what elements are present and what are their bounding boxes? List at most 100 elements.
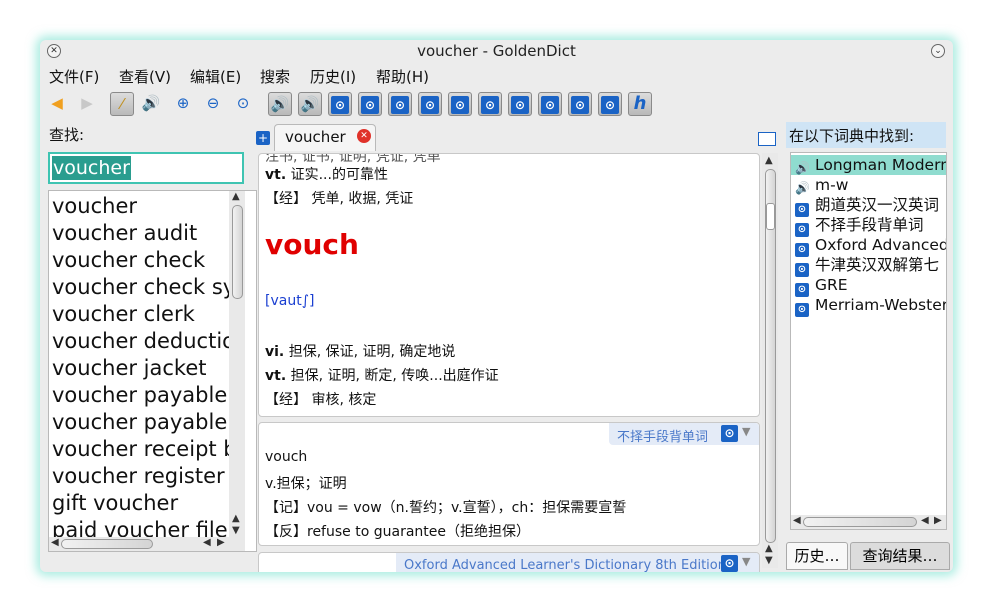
scroll-right-icon[interactable]: ▶	[934, 515, 942, 526]
found-dict-item[interactable]: 🔊 m-w	[795, 175, 848, 195]
dict-audio-1-icon[interactable]: 🔊	[268, 92, 292, 116]
found-dict-name: m-w	[815, 176, 849, 194]
list-item[interactable]: gift voucher	[52, 490, 178, 517]
pos-label: vt.	[265, 368, 287, 384]
dictionary-icon: ⊙	[451, 96, 469, 114]
tab-results[interactable]: 查询结果…	[850, 542, 950, 570]
list-item[interactable]: voucher receipt b	[52, 436, 237, 463]
dict-button-h[interactable]: h	[628, 92, 652, 116]
scroll-down-icon[interactable]: ▼	[232, 525, 240, 536]
list-item[interactable]: voucher jacket	[52, 355, 207, 382]
dictionary-icon: ⊙	[601, 96, 619, 114]
found-in-label: 在以下词典中找到:	[789, 127, 915, 145]
add-tab-button[interactable]: +	[256, 131, 270, 145]
found-dict-name: 朗道英汉一汉英词	[815, 196, 940, 214]
magic-wand-icon[interactable]: ⁄	[110, 92, 134, 116]
found-dict-item[interactable]: 🔊 Longman Modern	[791, 155, 947, 175]
scroll-left-icon[interactable]: ◀	[793, 515, 801, 526]
dictionary-icon: ⊙	[511, 96, 529, 114]
dict-header-name: Oxford Advanced Learner's Dictionary 8th…	[404, 558, 726, 572]
hscroll-thumb[interactable]	[61, 539, 153, 549]
menu-search[interactable]: 搜索	[260, 66, 290, 87]
pos-label: vt.	[265, 167, 287, 183]
menu-view[interactable]: 查看(V)	[119, 66, 171, 87]
dict-button-10[interactable]: ⊙	[598, 92, 622, 116]
dict-button-5[interactable]: ⊙	[448, 92, 472, 116]
found-dict-item[interactable]: ⊙ 不择手段背单词	[795, 215, 924, 237]
found-dict-item[interactable]: ⊙ GRE	[795, 275, 848, 297]
search-input[interactable]: voucher	[48, 152, 244, 184]
found-dict-item[interactable]: ⊙ Oxford Advanced	[795, 235, 946, 257]
dict-button-2[interactable]: ⊙	[358, 92, 382, 116]
menu-file[interactable]: 文件(F)	[49, 66, 99, 87]
found-dict-name: 牛津英汉双解第七	[815, 256, 940, 274]
scroll-thumb[interactable]	[232, 205, 243, 299]
word-list-vscrollbar[interactable]: ▲ ▲ ▼	[229, 191, 245, 537]
found-dict-item[interactable]: ⊙ 牛津英汉双解第七	[795, 255, 940, 277]
list-item[interactable]: voucher deductio	[52, 328, 235, 355]
speaker-icon[interactable]: 🔊	[140, 92, 162, 114]
tab-list-icon[interactable]	[758, 132, 776, 146]
dict-header[interactable]: 不择手段背单词 ⊙ ▼	[609, 423, 759, 445]
article-line: 【反】refuse to guarantee（拒绝担保）	[265, 524, 530, 540]
window-title: voucher - GoldenDict	[417, 42, 576, 60]
found-list-hscrollbar[interactable]: ◀ ◀ ▶	[791, 515, 946, 529]
tab-history[interactable]: 历史…	[786, 542, 848, 570]
tab-voucher[interactable]: voucher ✕	[274, 124, 376, 151]
window-menu-icon[interactable]: ⌄	[931, 44, 945, 58]
dict-button-6[interactable]: ⊙	[478, 92, 502, 116]
zoom-in-icon[interactable]: ⊕	[172, 92, 194, 114]
dictionary-icon: ⊙	[361, 96, 379, 114]
collapse-icon[interactable]: ▼	[742, 425, 750, 438]
forward-arrow-icon[interactable]: ▶	[76, 92, 98, 114]
dict-audio-2-icon[interactable]: 🔊	[298, 92, 322, 116]
dictionary-icon: ⊙	[481, 96, 499, 114]
found-dict-name: Longman Modern	[815, 156, 947, 174]
scroll-left-icon[interactable]: ◀	[51, 537, 59, 548]
list-item[interactable]: voucher audit	[52, 220, 197, 247]
scroll-down-icon[interactable]: ▼	[765, 555, 773, 566]
found-dict-name: 不择手段背单词	[815, 216, 924, 234]
dict-button-1[interactable]: ⊙	[328, 92, 352, 116]
collapse-icon[interactable]: ▼	[742, 555, 750, 568]
menu-edit[interactable]: 编辑(E)	[190, 66, 241, 87]
list-item[interactable]: voucher check	[52, 247, 205, 274]
tab-label: voucher	[285, 128, 346, 146]
dict-button-3[interactable]: ⊙	[388, 92, 412, 116]
dict-button-9[interactable]: ⊙	[568, 92, 592, 116]
zoom-reset-icon[interactable]: ⊙	[232, 92, 254, 114]
article-line: 【经】 审核, 核定	[265, 392, 377, 408]
pos-label: vi.	[265, 344, 285, 360]
list-item[interactable]: voucher clerk	[52, 301, 195, 328]
dictionary-icon: ⊙	[571, 96, 589, 114]
article-scroll-handle[interactable]	[766, 203, 775, 230]
list-item[interactable]: voucher check sy	[52, 274, 235, 301]
found-dict-item[interactable]: ⊙ Merriam-Webster	[795, 295, 946, 317]
menu-help[interactable]: 帮助(H)	[376, 66, 429, 87]
scroll-up-icon[interactable]: ▲	[765, 543, 773, 554]
scroll-up-icon[interactable]: ▲	[232, 513, 240, 524]
article-vscrollbar[interactable]: ▲ ▲ ▼	[762, 153, 778, 568]
list-item[interactable]: voucher payable	[52, 382, 227, 409]
scroll-right-icon[interactable]: ▶	[217, 537, 225, 548]
dict-button-4[interactable]: ⊙	[418, 92, 442, 116]
hscroll-thumb[interactable]	[803, 517, 917, 527]
scroll-up-icon[interactable]: ▲	[232, 191, 240, 202]
found-dict-item[interactable]: ⊙ 朗道英汉一汉英词	[795, 195, 940, 217]
menu-history[interactable]: 历史(I)	[310, 66, 356, 87]
list-item[interactable]: voucher	[52, 193, 137, 220]
list-item[interactable]: voucher register	[52, 463, 225, 490]
scroll-up-icon[interactable]: ▲	[765, 155, 773, 166]
back-arrow-icon[interactable]: ◀	[46, 92, 68, 114]
zoom-out-icon[interactable]: ⊖	[202, 92, 224, 114]
found-in-header: 在以下词典中找到:	[786, 122, 946, 148]
close-tab-icon[interactable]: ✕	[357, 129, 371, 143]
scroll-left-icon[interactable]: ◀	[203, 537, 211, 548]
dict-button-8[interactable]: ⊙	[538, 92, 562, 116]
scroll-left-icon[interactable]: ◀	[921, 515, 929, 526]
dict-header[interactable]: Oxford Advanced Learner's Dictionary 8th…	[396, 553, 759, 572]
article-line: vt. 证实...的可靠性	[265, 164, 388, 184]
word-list-hscrollbar[interactable]: ◀ ◀ ▶	[49, 537, 245, 551]
list-item[interactable]: voucher payable	[52, 409, 227, 436]
dict-button-7[interactable]: ⊙	[508, 92, 532, 116]
